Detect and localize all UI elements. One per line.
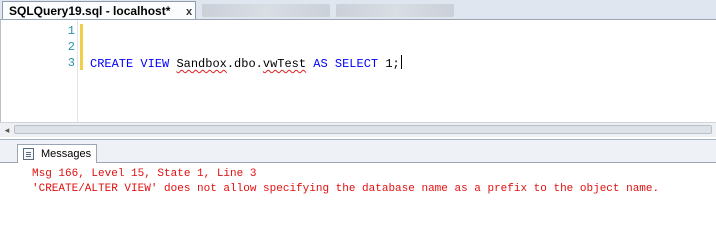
results-tab-bar: Messages bbox=[0, 140, 716, 163]
object-schema: .dbo. bbox=[226, 57, 263, 71]
query-editor[interactable]: 1 2 3 CREATE VIEW Sandbox.dbo.vwTest AS … bbox=[0, 20, 716, 122]
object-db: Sandbox bbox=[176, 57, 227, 71]
document-tab-strip: SQLQuery19.sql - localhost* x bbox=[0, 0, 716, 20]
keyword-view: VIEW bbox=[140, 57, 170, 71]
tab-messages[interactable]: Messages bbox=[17, 144, 97, 163]
error-message-line: 'CREATE/ALTER VIEW' does not allow speci… bbox=[32, 183, 660, 195]
line-number: 3 bbox=[67, 56, 75, 70]
keyword-as: AS bbox=[313, 57, 328, 71]
gutter-divider bbox=[77, 20, 78, 122]
horizontal-scrollbar[interactable]: ◂ bbox=[0, 122, 716, 137]
code-line[interactable]: CREATE VIEW Sandbox.dbo.vwTest AS SELECT… bbox=[90, 55, 402, 73]
change-tracking-bar bbox=[80, 24, 83, 70]
error-message-line: Msg 166, Level 15, State 1, Line 3 bbox=[32, 168, 257, 180]
results-panel: Messages Msg 166, Level 15, State 1, Lin… bbox=[0, 139, 716, 219]
line-number: 1 bbox=[67, 24, 75, 38]
line-number: 2 bbox=[67, 40, 75, 54]
document-tab-blurred[interactable] bbox=[202, 4, 330, 17]
scrollbar-thumb[interactable] bbox=[14, 125, 712, 134]
tab-messages-label: Messages bbox=[41, 148, 92, 160]
messages-icon bbox=[23, 148, 34, 160]
line-number-gutter: 1 2 3 bbox=[1, 20, 79, 122]
object-name: vwTest bbox=[262, 57, 307, 71]
keyword-select: SELECT bbox=[334, 57, 379, 71]
text-caret bbox=[400, 55, 402, 69]
keyword-create: CREATE bbox=[90, 57, 134, 71]
close-icon[interactable]: x bbox=[183, 6, 195, 18]
code-value: 1; bbox=[385, 57, 400, 71]
document-tab-blurred[interactable] bbox=[336, 4, 454, 17]
document-tab-active[interactable]: SQLQuery19.sql - localhost* x bbox=[2, 1, 196, 19]
document-tab-title: SQLQuery19.sql - localhost* bbox=[9, 4, 171, 18]
scroll-left-icon[interactable]: ◂ bbox=[2, 125, 12, 135]
